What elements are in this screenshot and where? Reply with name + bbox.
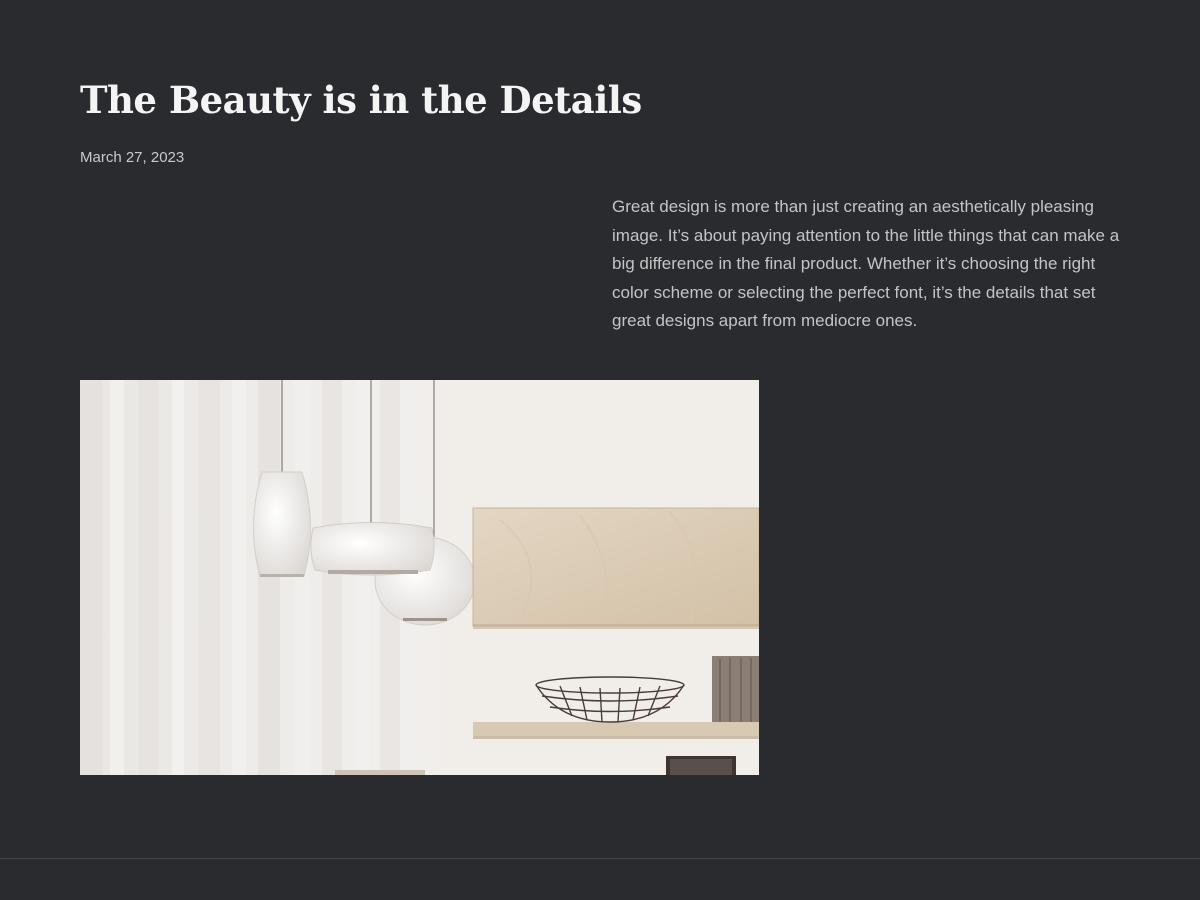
interior-scene-illustration	[80, 380, 759, 775]
post-date: March 27, 2023	[80, 149, 185, 166]
footer-divider	[0, 858, 1200, 859]
wall-cabinet	[472, 507, 759, 629]
post-title[interactable]: The Beauty is in the Details	[80, 74, 642, 126]
floating-shelf	[473, 722, 759, 739]
books	[712, 656, 759, 722]
hero-image[interactable]	[80, 380, 759, 775]
post-excerpt: Great design is more than just creating …	[612, 197, 1120, 331]
